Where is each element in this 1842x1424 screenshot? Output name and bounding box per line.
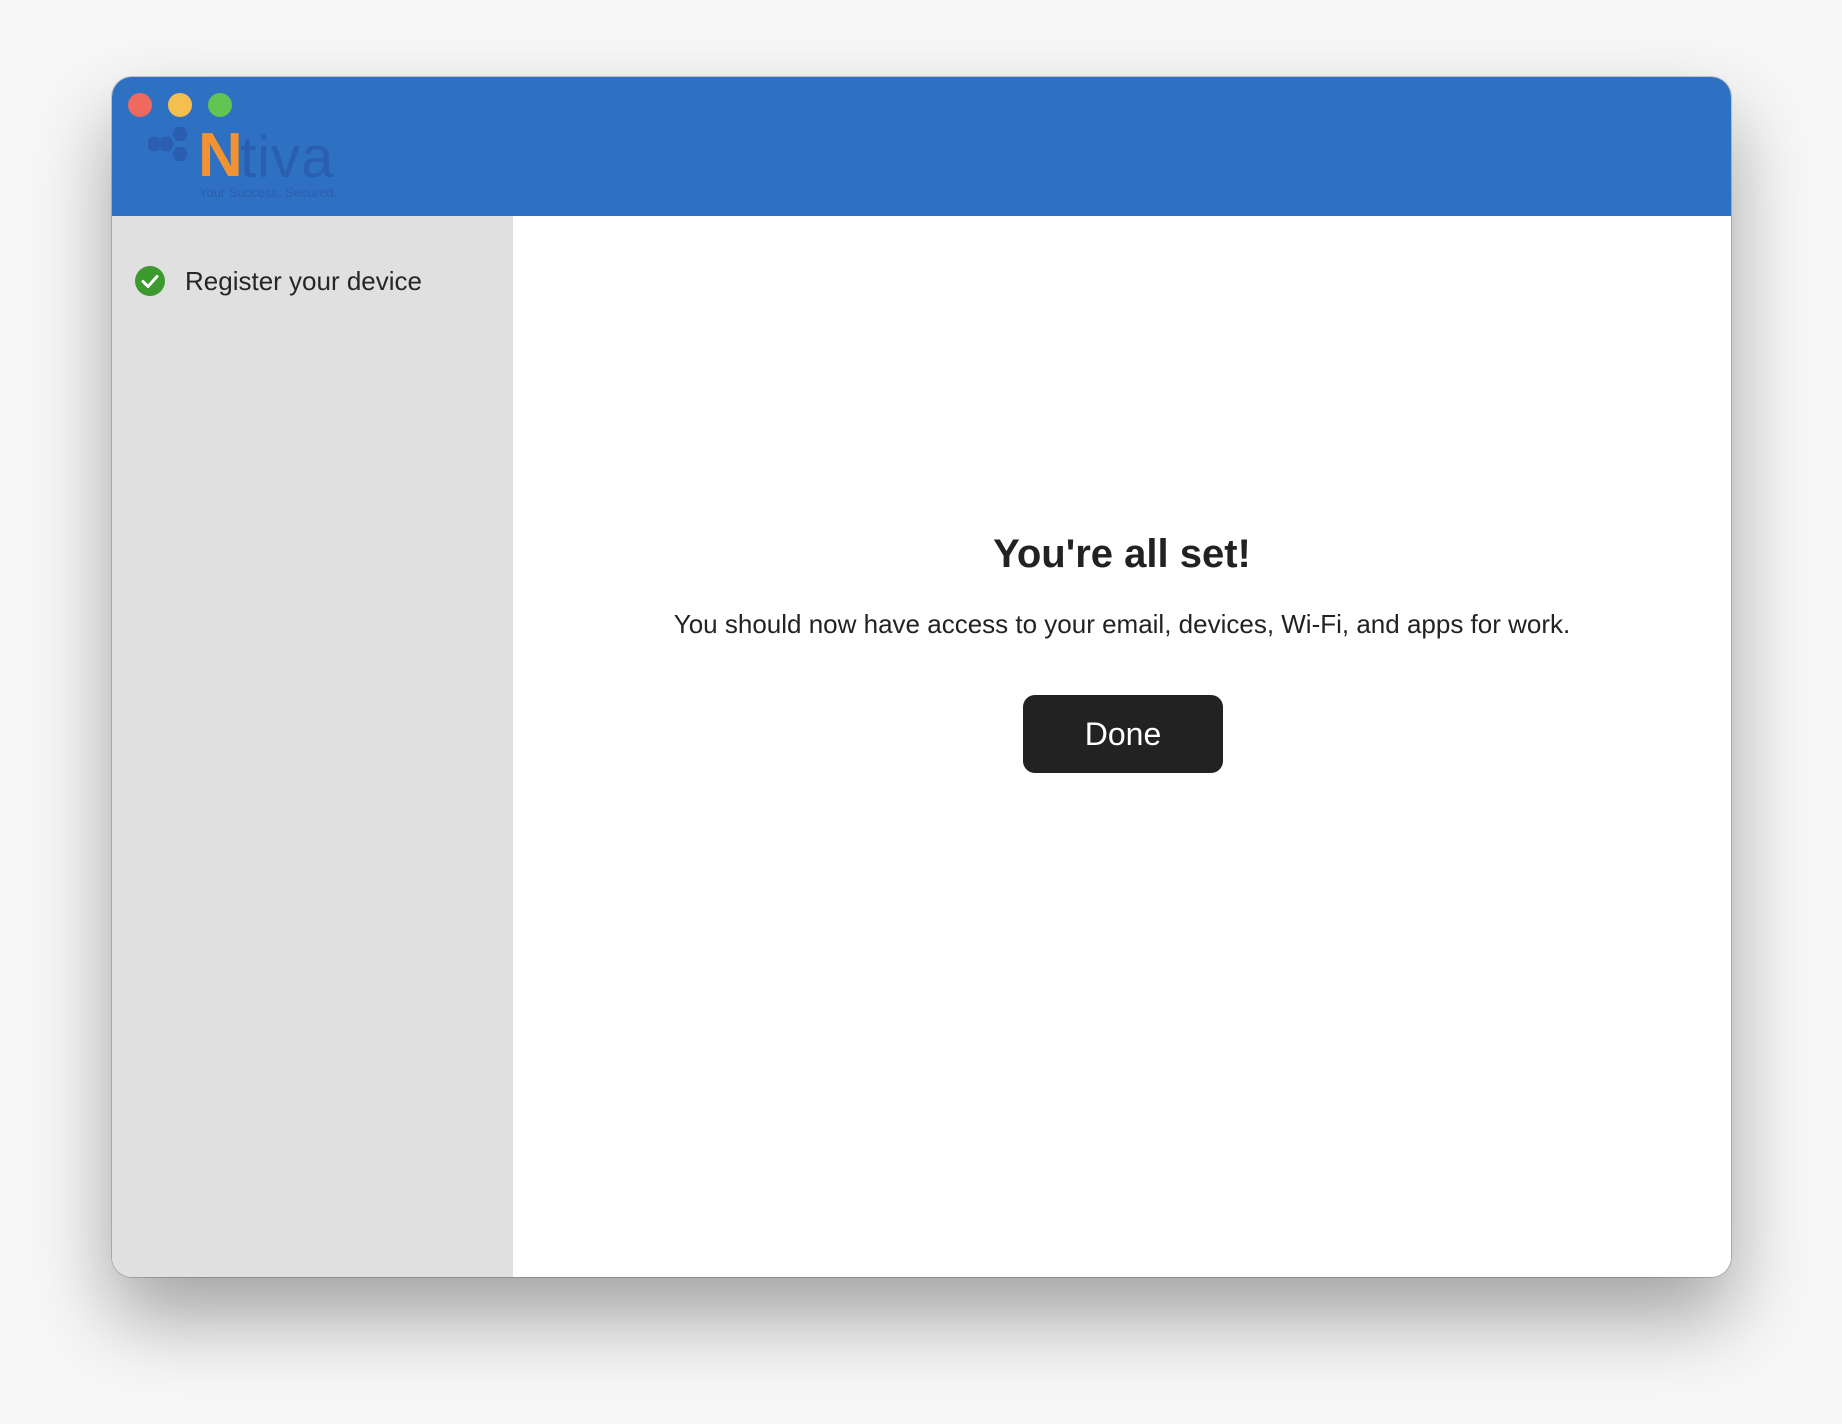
window-zoom-button[interactable] — [208, 93, 232, 117]
app-window: N tiva Your Success. Secured. Register y… — [112, 77, 1731, 1277]
sidebar-step-register-device: Register your device — [135, 264, 422, 298]
done-button[interactable]: Done — [1023, 695, 1223, 773]
logo-tagline: Your Success. Secured. — [199, 185, 338, 200]
completion-message: You should now have access to your email… — [673, 609, 1571, 639]
main-content: You're all set! You should now have acce… — [513, 216, 1731, 1277]
logo-initial: N — [198, 121, 243, 190]
logo-wordmark: tiva — [240, 125, 335, 190]
sidebar-step-label: Register your device — [185, 265, 422, 296]
header-bar: N tiva Your Success. Secured. — [112, 77, 1731, 216]
ntiva-logo: N tiva Your Success. Secured. — [148, 121, 348, 211]
sidebar: Register your device — [112, 216, 513, 1277]
window-minimize-button[interactable] — [168, 93, 192, 117]
checkmark-circle-icon — [135, 266, 165, 296]
window-close-button[interactable] — [128, 93, 152, 117]
page-title: You're all set! — [993, 532, 1251, 576]
